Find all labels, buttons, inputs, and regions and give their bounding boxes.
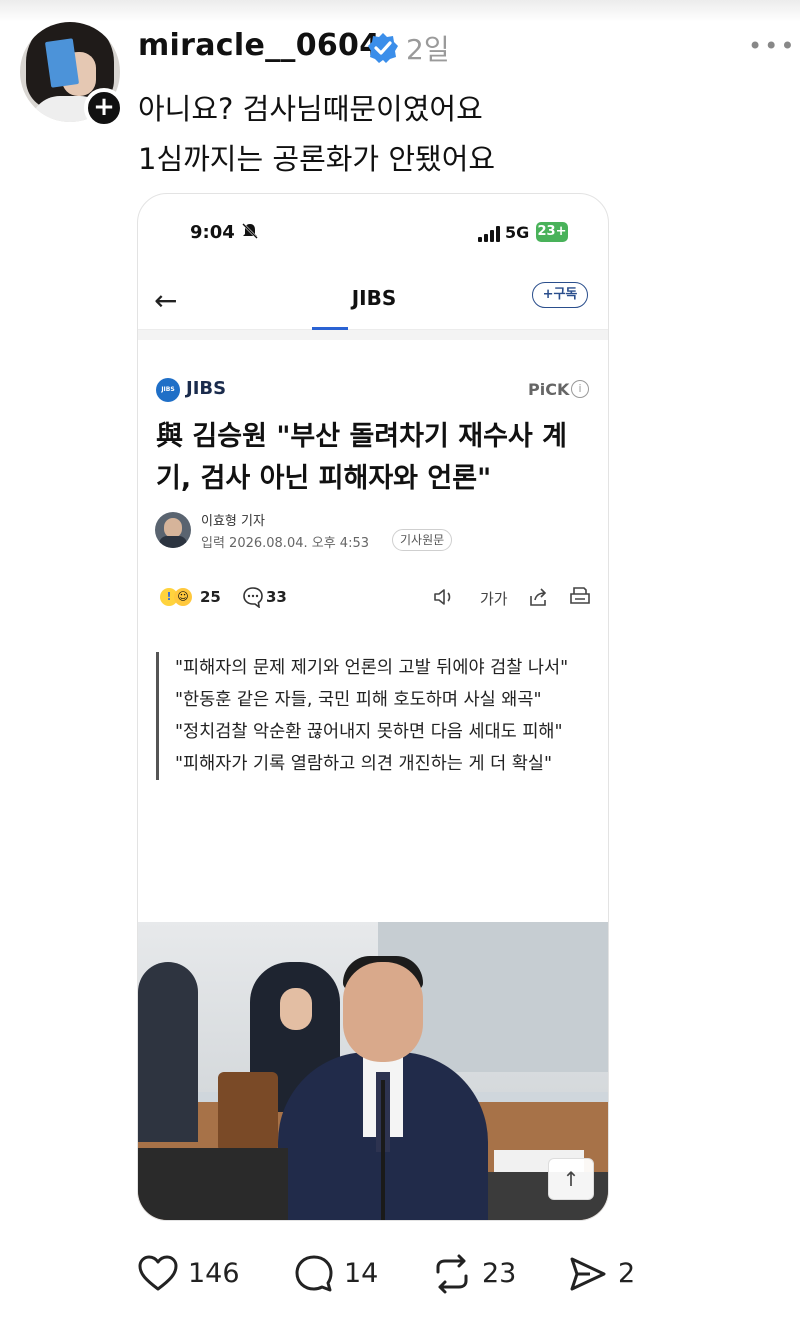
share-icon[interactable]: [526, 586, 550, 608]
share-icon[interactable]: [566, 1252, 610, 1296]
scroll-to-top-button[interactable]: ↑: [548, 1158, 594, 1200]
reaction-emoji-icon: ☺: [174, 588, 192, 606]
original-article-button[interactable]: 기사원문: [392, 529, 453, 551]
article-actions: ! ☺ 25 33 가가: [138, 584, 608, 614]
quote-line: "한동훈 같은 자들, 국민 피해 호도하며 사실 왜곡": [175, 690, 542, 710]
article-photo: ↑: [138, 922, 608, 1220]
verified-badge-icon: [368, 33, 398, 63]
article-navbar: ← JIBS +구독: [138, 274, 608, 330]
like-count: 146: [188, 1258, 240, 1289]
status-bar: 9:04 5G 23+: [138, 194, 608, 274]
top-fade: [0, 0, 800, 22]
article-headline: 與 김승원 "부산 돌려차기 재수사 계기, 검사 아닌 피해자와 언론": [156, 421, 567, 494]
repost-count: 23: [482, 1258, 517, 1289]
post-actions: 146 14 23 2: [0, 1252, 800, 1302]
post-line: 아니요? 검사님때문이였어요: [138, 92, 483, 126]
quote-line: "피해자가 기록 열람하고 의견 개진하는 게 더 확실": [175, 754, 553, 774]
info-icon[interactable]: i: [571, 380, 589, 398]
battery-icon: 23+: [536, 222, 568, 242]
article-date: 입력 2026.08.04. 오후 4:53: [201, 536, 369, 551]
article-summary-quotes: "피해자의 문제 제기와 언론의 고발 뒤에야 검찰 나서" "한동훈 같은 자…: [156, 652, 596, 780]
comment-bubble-icon[interactable]: [242, 586, 264, 608]
post-text: 아니요? 검사님때문이였어요 1심까지는 공론화가 안됐어요: [138, 84, 495, 184]
network-type: 5G: [505, 223, 530, 242]
print-icon[interactable]: [568, 586, 592, 608]
reporter-name[interactable]: 이효형 기자: [201, 510, 265, 529]
username[interactable]: miracle__0604: [138, 28, 380, 63]
post-time: 2일: [406, 33, 450, 66]
speaker-icon[interactable]: [432, 586, 456, 608]
subscribe-button[interactable]: +구독: [532, 282, 588, 308]
bell-muted-icon: [242, 223, 258, 239]
font-size-icon[interactable]: 가가: [480, 588, 508, 609]
attached-screenshot[interactable]: 9:04 5G 23+ ← JIBS +구독 JIBS JIBS PiCK i …: [137, 193, 609, 1221]
comment-count[interactable]: 33: [266, 588, 287, 606]
post-line: 1심까지는 공론화가 안됐어요: [138, 142, 496, 176]
pick-label: PiCK: [528, 380, 570, 399]
reply-icon[interactable]: [292, 1252, 336, 1296]
reaction-count[interactable]: 25: [200, 588, 221, 606]
publisher-name: JIBS: [186, 378, 227, 399]
quote-line: "정치검찰 악순환 끊어내지 못하면 다음 세대도 피해": [175, 722, 563, 742]
status-time: 9:04: [190, 222, 235, 243]
signal-icon: [478, 226, 500, 242]
share-count: 2: [618, 1258, 636, 1289]
publisher-logo-icon: JIBS: [156, 378, 180, 402]
reply-count: 14: [344, 1258, 379, 1289]
section-divider: [138, 330, 608, 340]
follow-plus-icon[interactable]: +: [84, 88, 124, 128]
reporter-avatar: [155, 512, 191, 548]
more-options-icon[interactable]: •••: [748, 32, 796, 60]
quote-line: "피해자의 문제 제기와 언론의 고발 뒤에야 검찰 나서": [175, 658, 569, 678]
repost-icon[interactable]: [430, 1252, 474, 1296]
heart-icon[interactable]: [136, 1252, 180, 1296]
